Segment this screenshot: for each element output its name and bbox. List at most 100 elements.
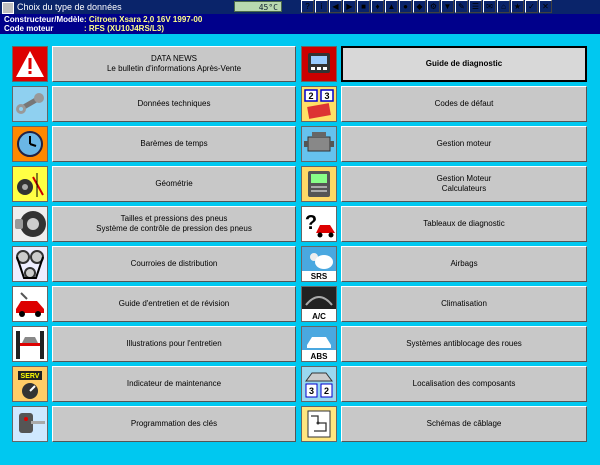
question-car-icon[interactable]: ? <box>301 206 337 242</box>
svg-text:SRS: SRS <box>311 272 328 281</box>
svg-text:3: 3 <box>309 386 314 396</box>
clock-icon[interactable] <box>12 126 48 162</box>
svg-text:A/C: A/C <box>312 312 326 321</box>
warning-icon[interactable] <box>12 46 48 82</box>
fault-codes-icon[interactable]: 23 <box>301 86 337 122</box>
constructeur-value: : Citroen Xsara 2,0 16V 1997-00 <box>84 15 203 24</box>
constructeur-label: Constructeur/Modèle <box>4 15 85 24</box>
right-menu-button-5[interactable]: Tableaux de diagnostic <box>341 206 587 242</box>
menu-button-label: Guide de diagnostic <box>425 59 503 68</box>
moteur-value: : RFS (XU10J4RS/L3) <box>84 24 165 33</box>
app-icon <box>2 2 14 14</box>
toolbar-button-17[interactable]: ✓ <box>525 0 538 13</box>
moteur-label: Code moteur <box>4 24 54 33</box>
menu-button-label: Le bulletin d'informations Après-Vente <box>106 64 242 73</box>
left-menu-button-2[interactable]: Données techniques <box>52 86 296 122</box>
menu-button-label: Localisation des composants <box>412 379 516 388</box>
toolbar-button-11[interactable]: ▼ <box>441 0 454 13</box>
svg-text:?: ? <box>305 212 317 234</box>
toolbar-button-7[interactable]: ▲ <box>385 0 398 13</box>
right-menu-button-2[interactable]: Codes de défaut <box>341 86 587 122</box>
toolbar-button-5[interactable]: ■ <box>357 0 370 13</box>
menu-button-label: Programmation des clés <box>130 419 218 428</box>
left-menu-button-10[interactable]: Programmation des clés <box>52 406 296 442</box>
menu-button-label: Indicateur de maintenance <box>126 379 222 388</box>
airbag-icon[interactable]: SRS <box>301 246 337 282</box>
left-menu-button-9[interactable]: Indicateur de maintenance <box>52 366 296 402</box>
ecu-icon[interactable] <box>301 166 337 202</box>
toolbar-button-13[interactable]: ☰ <box>469 0 482 13</box>
menu-button-label: Système de contrôle de pression des pneu… <box>96 224 252 233</box>
menu-button-label: Schémas de câblage <box>426 419 502 428</box>
toolbar-button-2[interactable]: i <box>315 0 328 13</box>
service-indicator-icon[interactable]: SERV <box>12 366 48 402</box>
menu-button-label: Calculateurs <box>441 184 487 193</box>
svg-text:2: 2 <box>324 386 329 396</box>
svg-text:SERV: SERV <box>21 373 40 380</box>
menu-button-label: DATA NEWS <box>151 54 197 63</box>
right-menu-button-7[interactable]: Climatisation <box>341 286 587 322</box>
wrench-icon[interactable] <box>12 86 48 122</box>
tire-icon[interactable] <box>12 206 48 242</box>
left-menu-button-4[interactable]: Géométrie <box>52 166 296 202</box>
right-menu-button-3[interactable]: Gestion moteur <box>341 126 587 162</box>
menu-button-label: Illustrations pour l'entretien <box>126 339 222 348</box>
engine-icon[interactable] <box>301 126 337 162</box>
left-menu-button-3[interactable]: Barèmes de temps <box>52 126 296 162</box>
right-menu-button-8[interactable]: Systèmes antiblocage des roues <box>341 326 587 362</box>
wheel-alignment-icon[interactable] <box>12 166 48 202</box>
menu-button-label: Courroies de distribution <box>130 259 218 268</box>
toolbar-button-10[interactable]: ⚙ <box>427 0 440 13</box>
menu-button-label: Guide d'entretien et de révision <box>118 299 230 308</box>
svg-text:3: 3 <box>324 91 329 101</box>
menu-button-label: Données techniques <box>137 99 211 108</box>
right-menu-button-9[interactable]: Localisation des composants <box>341 366 587 402</box>
right-menu-button-4[interactable]: Gestion Moteur Calculateurs <box>341 166 587 202</box>
menu-button-label: Airbags <box>450 259 478 268</box>
car-lift-icon[interactable] <box>12 326 48 362</box>
toolbar-button-4[interactable]: ▶ <box>343 0 356 13</box>
menu-button-label: Gestion moteur <box>436 139 492 148</box>
abs-icon[interactable]: ABS <box>301 326 337 362</box>
wiring-diagram-icon[interactable] <box>301 406 337 442</box>
toolbar-button-18[interactable]: ✕ <box>539 0 552 13</box>
vehicle-header: Constructeur/Modèle: Citroen Xsara 2,0 1… <box>0 14 600 34</box>
toolbar-button-14[interactable]: ✉ <box>483 0 496 13</box>
right-menu-button-10[interactable]: Schémas de câblage <box>341 406 587 442</box>
window-title: Choix du type de données <box>17 2 122 12</box>
left-menu-button-8[interactable]: Illustrations pour l'entretien <box>52 326 296 362</box>
service-car-icon[interactable] <box>12 286 48 322</box>
toolbar-button-12[interactable]: ✎ <box>455 0 468 13</box>
key-icon[interactable] <box>12 406 48 442</box>
toolbar-button-16[interactable]: ★ <box>511 0 524 13</box>
right-menu-button-6[interactable]: Airbags <box>341 246 587 282</box>
right-menu-button-1[interactable]: Guide de diagnostic <box>341 46 587 82</box>
toolbar-button-9[interactable]: ◆ <box>413 0 426 13</box>
menu-button-label: Gestion Moteur <box>436 174 492 183</box>
menu-button-label: Tableaux de diagnostic <box>423 219 505 228</box>
left-menu-button-7[interactable]: Guide d'entretien et de révision <box>52 286 296 322</box>
toolbar-button-1[interactable]: ? <box>301 0 314 13</box>
timing-belt-icon[interactable] <box>12 246 48 282</box>
toolbar-button-6[interactable]: ♦ <box>371 0 384 13</box>
menu-button-label: Systèmes antiblocage des roues <box>406 339 522 348</box>
toolbar-button-15[interactable]: ⌂ <box>497 0 510 13</box>
left-menu-button-6[interactable]: Courroies de distribution <box>52 246 296 282</box>
menu-panel: DATA NEWS Le bulletin d'informations Aprè… <box>0 34 600 465</box>
ac-icon[interactable]: A/C <box>301 286 337 322</box>
toolbar-button-8[interactable]: ● <box>399 0 412 13</box>
left-menu-button-1[interactable]: DATA NEWS Le bulletin d'informations Aprè… <box>52 46 296 82</box>
svg-text:2: 2 <box>308 91 313 101</box>
menu-button-label: Géométrie <box>155 179 193 188</box>
temperature-display: 45°C <box>234 1 282 12</box>
menu-button-label: Tailles et pressions des pneus <box>120 214 228 223</box>
left-menu-button-5[interactable]: Tailles et pressions des pneus Système de… <box>52 206 296 242</box>
menu-button-label: Codes de défaut <box>434 99 494 108</box>
toolbar-button-3[interactable]: ◀ <box>329 0 342 13</box>
menu-button-label: Climatisation <box>441 299 487 308</box>
toolbar: ? i ◀ ▶ ■ ♦ ▲ ● ◆ ⚙ ▼ ✎ ☰ ✉ ⌂ ★ ✓ ✕ <box>300 0 552 14</box>
diagnostic-tool-icon[interactable] <box>301 46 337 82</box>
menu-button-label: Barèmes de temps <box>140 139 208 148</box>
component-location-icon[interactable]: 32 <box>301 366 337 402</box>
svg-text:ABS: ABS <box>311 352 329 361</box>
